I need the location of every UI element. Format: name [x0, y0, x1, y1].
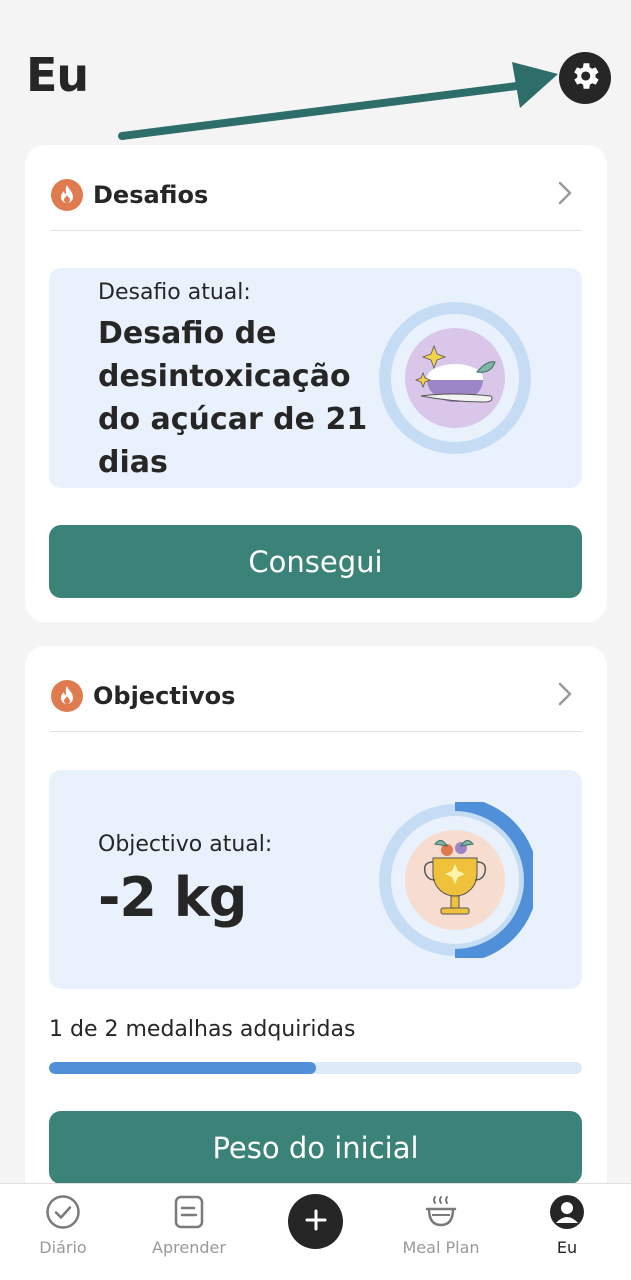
bottom-tab-bar: Diário Aprender Meal Plan Eu — [0, 1183, 631, 1280]
current-challenge-panel[interactable]: Desafio atual: Desafio de desintoxicação… — [49, 268, 582, 488]
check-circle-icon — [45, 1194, 81, 1230]
document-icon — [173, 1194, 205, 1230]
challenges-header[interactable]: Desafios — [50, 159, 582, 231]
current-challenge-label: Desafio atual: — [98, 280, 251, 305]
flame-icon — [51, 178, 83, 211]
tab-eu[interactable]: Eu — [507, 1184, 627, 1280]
medals-progress-bar — [49, 1062, 582, 1074]
page-title: Eu — [26, 48, 89, 102]
goals-title: Objectivos — [93, 681, 236, 710]
tab-meal-plan[interactable]: Meal Plan — [381, 1184, 501, 1280]
chevron-right-icon — [558, 682, 572, 710]
chevron-right-icon — [558, 181, 572, 209]
current-goal-panel[interactable]: Objectivo atual: -2 kg — [49, 770, 582, 989]
tab-label: Meal Plan — [402, 1238, 480, 1257]
tab-diario[interactable]: Diário — [3, 1184, 123, 1280]
tab-label: Aprender — [152, 1238, 226, 1257]
challenges-card: Desafios Desafio atual: Desafio de desin… — [25, 145, 607, 622]
tab-label: Diário — [39, 1238, 87, 1257]
initial-weight-button[interactable]: Peso do inicial — [49, 1111, 582, 1184]
bowl-icon — [424, 1194, 458, 1230]
tab-label: Eu — [556, 1238, 578, 1257]
gear-icon — [568, 59, 602, 97]
medals-progress-text: 1 de 2 medalhas adquiridas — [49, 1017, 356, 1042]
add-icon — [305, 1209, 327, 1235]
tab-aprender[interactable]: Aprender — [129, 1184, 249, 1280]
current-goal-value: -2 kg — [98, 866, 247, 929]
profile-icon — [549, 1194, 585, 1230]
challenges-title: Desafios — [93, 180, 209, 209]
goals-card: Objectivos Objectivo atual: -2 kg 1 de 2… — [25, 646, 607, 1246]
medals-progress-fill — [49, 1062, 316, 1074]
settings-button[interactable] — [559, 52, 611, 104]
current-goal-label: Objectivo atual: — [98, 832, 273, 857]
current-challenge-name: Desafio de desintoxicação do açúcar de 2… — [98, 316, 368, 480]
challenge-complete-button[interactable]: Consegui — [49, 525, 582, 598]
sugar-bowl-illustration — [379, 302, 531, 454]
trophy-illustration — [379, 802, 533, 958]
add-button[interactable] — [288, 1194, 343, 1249]
goals-header[interactable]: Objectivos — [50, 660, 582, 732]
flame-icon — [51, 679, 83, 712]
